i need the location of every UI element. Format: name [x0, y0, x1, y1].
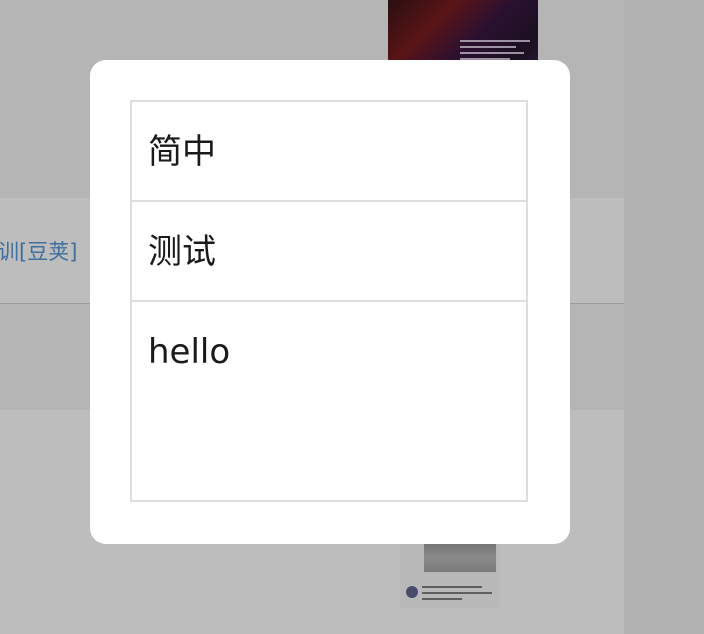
avatar — [406, 586, 418, 598]
option-item-test[interactable]: 测试 — [132, 202, 526, 302]
option-label: 测试 — [148, 232, 216, 272]
option-item-hello[interactable]: hello — [132, 302, 526, 500]
option-label: hello — [148, 332, 231, 372]
option-dialog: 简中 测试 hello — [90, 60, 570, 544]
option-item-simplified-chinese[interactable]: 简中 — [132, 102, 526, 202]
page: 训[豆荚] 简中 测试 hello — [0, 0, 704, 634]
background-link: 训[豆荚] — [0, 240, 78, 264]
option-list: 简中 测试 hello — [130, 100, 528, 502]
option-label: 简中 — [148, 132, 216, 172]
background-right-gutter — [624, 0, 704, 634]
